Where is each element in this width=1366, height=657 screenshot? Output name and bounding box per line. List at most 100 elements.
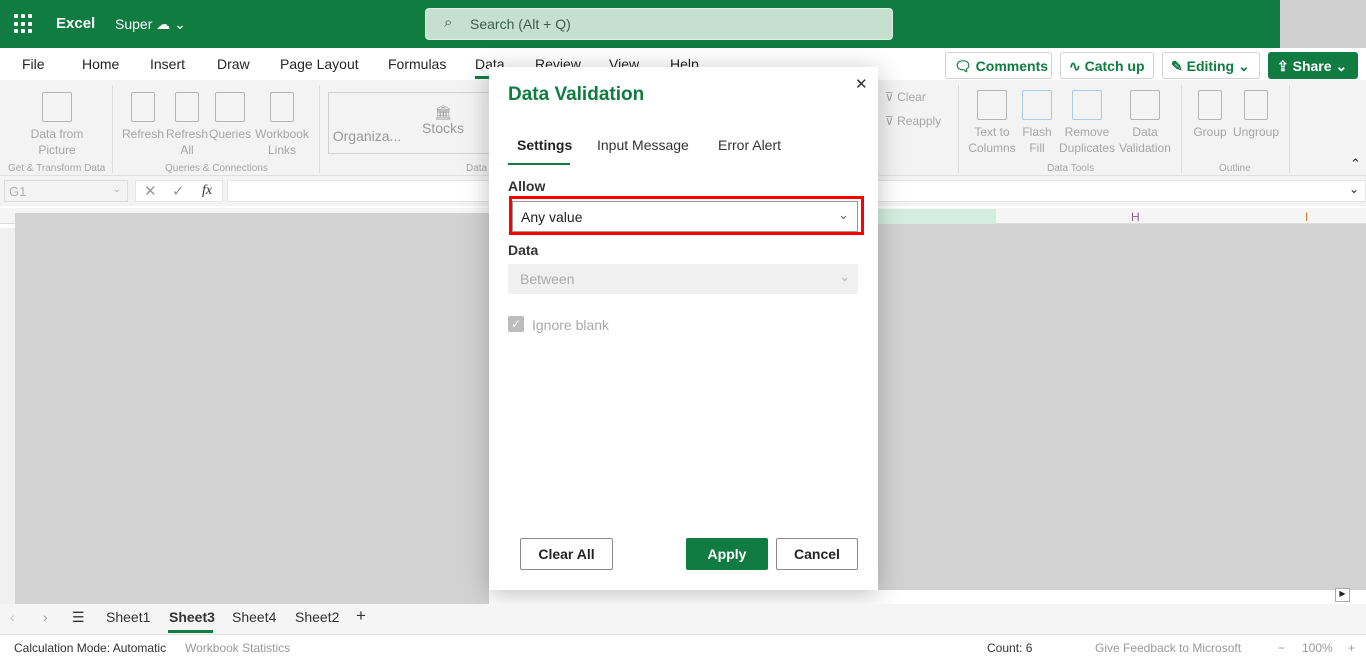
remove-duplicates-button[interactable]: Remove Duplicates <box>1058 90 1116 156</box>
zoom-in-button[interactable]: + <box>1348 641 1355 655</box>
document-name[interactable]: Super ☁ ⌄ <box>115 16 186 33</box>
tab-file[interactable]: File <box>22 56 45 72</box>
chevron-down-icon: ⌄ <box>1335 58 1348 74</box>
filter-reapply-icon: ⊽ <box>885 114 894 128</box>
close-icon[interactable]: ✕ <box>855 75 868 93</box>
ungroup-button[interactable]: Ungroup <box>1231 90 1281 140</box>
refresh-icon <box>131 92 155 122</box>
zoom-level[interactable]: 100% <box>1302 641 1333 655</box>
fx-icon[interactable]: fx <box>202 183 212 199</box>
editing-button[interactable]: ✎ Editing ⌄ <box>1162 52 1260 79</box>
column-header-h[interactable]: H <box>1131 210 1140 224</box>
tab-page-layout[interactable]: Page Layout <box>280 56 359 72</box>
search-box[interactable]: ⌕ Search (Alt + Q) <box>425 8 893 40</box>
data-validation-icon <box>1130 90 1160 120</box>
apply-button[interactable]: Apply <box>686 538 768 570</box>
search-placeholder: Search (Alt + Q) <box>470 16 571 32</box>
tab-home[interactable]: Home <box>82 56 119 72</box>
label: Group <box>1193 125 1227 139</box>
text-to-columns-button[interactable]: Text to Columns <box>966 90 1018 156</box>
label: Workbook Links <box>255 127 309 157</box>
refresh-button[interactable]: Refresh <box>122 92 164 142</box>
catch-up-button[interactable]: ∿ Catch up <box>1060 52 1154 79</box>
divider <box>1181 85 1182 173</box>
organization-button[interactable]: Organiza... <box>332 104 402 144</box>
reapply-filter-button[interactable]: ⊽ Reapply <box>885 113 941 129</box>
prev-sheet-icon[interactable]: ‹ <box>10 609 15 625</box>
next-sheet-icon[interactable]: › <box>43 609 48 625</box>
flash-fill-icon <box>1022 90 1052 120</box>
chevron-down-icon: ⌄ <box>1237 58 1250 74</box>
tab-input-message[interactable]: Input Message <box>597 137 689 153</box>
account-area[interactable] <box>1280 0 1366 48</box>
tab-insert[interactable]: Insert <box>150 56 185 72</box>
count-status[interactable]: Count: 6 <box>987 641 1032 655</box>
tab-error-alert[interactable]: Error Alert <box>718 137 781 153</box>
group-label: Data <box>466 163 488 174</box>
sheet-tab-sheet4[interactable]: Sheet4 <box>232 609 276 625</box>
editing-label: Editing <box>1186 58 1235 74</box>
group-label: Outline <box>1219 163 1251 174</box>
comments-button[interactable]: 🗨 Comments <box>945 52 1052 79</box>
dialog-title: Data Validation <box>508 84 645 105</box>
cancel-icon[interactable]: ✕ <box>144 182 157 200</box>
data-validation-button[interactable]: Data Validation <box>1118 90 1172 156</box>
title-bar: Excel Super ☁ ⌄ ⌕ Search (Alt + Q) <box>0 0 1366 48</box>
refresh-all-button[interactable]: Refresh All <box>166 92 208 158</box>
share-icon: ⇪ <box>1277 58 1289 74</box>
stocks-button[interactable]: 🏛 Stocks <box>420 104 466 136</box>
label: Refresh All <box>166 127 209 157</box>
feedback-link[interactable]: Give Feedback to Microsoft <box>1095 641 1241 655</box>
active-tab-indicator <box>508 163 570 165</box>
data-label: Data <box>508 242 539 258</box>
comments-label: Comments <box>975 58 1049 74</box>
chevron-down-icon[interactable]: ⌄ <box>1349 182 1359 196</box>
sheet-tab-sheet3[interactable]: Sheet3 <box>169 609 215 625</box>
clear-all-button[interactable]: Clear All <box>520 538 613 570</box>
tab-settings[interactable]: Settings <box>517 137 572 153</box>
group-button[interactable]: Group <box>1190 90 1230 140</box>
filter-clear-icon: ⊽ <box>885 90 894 104</box>
app-name[interactable]: Excel <box>56 15 95 32</box>
allow-label: Allow <box>508 178 546 194</box>
overlay <box>878 224 1366 590</box>
chevron-down-icon: ⌄ <box>112 184 121 195</box>
workbook-statistics[interactable]: Workbook Statistics <box>185 641 290 655</box>
share-button[interactable]: ⇪ Share ⌄ <box>1268 52 1358 79</box>
divider <box>112 85 113 173</box>
calculation-mode[interactable]: Calculation Mode: Automatic <box>14 641 166 655</box>
divider <box>958 85 959 173</box>
sheet-tab-sheet2[interactable]: Sheet2 <box>295 609 339 625</box>
queries-icon <box>215 92 245 122</box>
zoom-out-button[interactable]: − <box>1278 641 1285 655</box>
queries-button[interactable]: Queries <box>208 92 252 142</box>
tab-formulas[interactable]: Formulas <box>388 56 446 72</box>
clear-filter-button[interactable]: ⊽ Clear <box>885 89 926 105</box>
text-columns-icon <box>977 90 1007 120</box>
sheet-tab-sheet1[interactable]: Sheet1 <box>106 609 150 625</box>
scroll-right-button[interactable]: ▶ <box>1335 588 1350 602</box>
remove-duplicates-icon <box>1072 90 1102 120</box>
divider <box>319 85 320 173</box>
workbook-links-button[interactable]: Workbook Links <box>254 92 310 158</box>
collapse-ribbon-icon[interactable]: ⌃ <box>1350 156 1361 172</box>
overlay <box>15 213 489 604</box>
cancel-button[interactable]: Cancel <box>776 538 858 570</box>
selected-column-header[interactable] <box>878 209 996 224</box>
column-header-i[interactable]: I <box>1305 210 1308 224</box>
ignore-blank-checkbox[interactable]: ✓ <box>508 316 524 332</box>
sheet-list-icon[interactable]: ☰ <box>72 609 85 626</box>
label: Text to Columns <box>968 125 1016 155</box>
data-from-picture-button[interactable]: Data from Picture <box>22 92 92 158</box>
add-sheet-icon[interactable]: + <box>356 606 366 626</box>
app-launcher-icon[interactable] <box>14 14 34 34</box>
chevron-down-icon: ⌄ <box>839 269 850 284</box>
data-select[interactable]: Between ⌄ <box>508 264 858 294</box>
divider <box>1289 85 1290 173</box>
name-box[interactable]: G1 ⌄ <box>4 180 128 202</box>
tab-draw[interactable]: Draw <box>217 56 250 72</box>
confirm-icon[interactable]: ✓ <box>172 182 185 200</box>
active-sheet-indicator <box>168 630 213 633</box>
flash-fill-button[interactable]: Flash Fill <box>1020 90 1054 156</box>
cell-reference: G1 <box>9 184 27 199</box>
